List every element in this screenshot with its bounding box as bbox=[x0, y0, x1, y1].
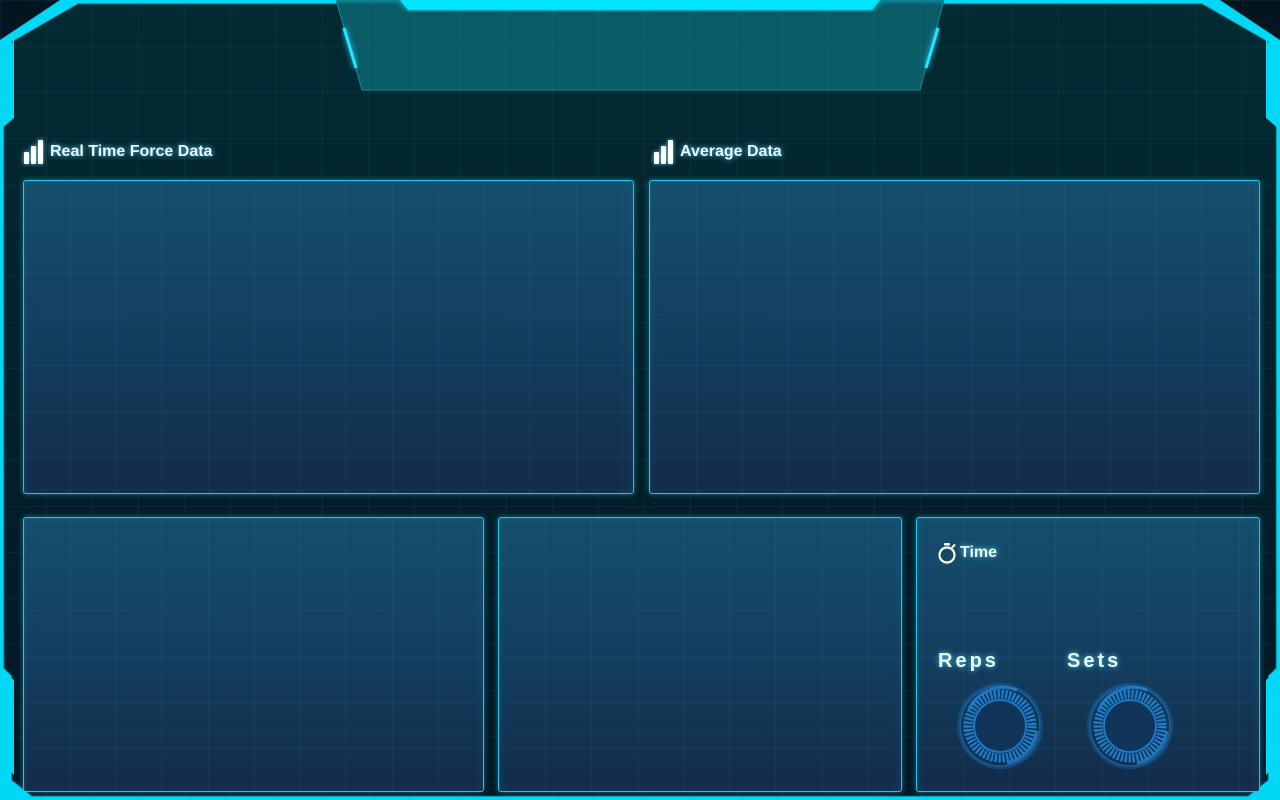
time-header: Time bbox=[937, 542, 997, 564]
average-title: Average Data bbox=[680, 143, 782, 160]
time-reps-sets-panel: Time Reps Sets bbox=[916, 517, 1260, 792]
sets-ring-dial-icon bbox=[1087, 683, 1173, 769]
reps-label: Reps bbox=[938, 650, 999, 672]
bar-chart-icon bbox=[654, 140, 674, 164]
realtime-section-header: Real Time Force Data bbox=[24, 140, 212, 164]
bar-chart-icon bbox=[24, 140, 44, 164]
sets-label: Sets bbox=[1067, 650, 1122, 672]
realtime-title: Real Time Force Data bbox=[50, 143, 213, 160]
bottom-center-panel bbox=[498, 517, 902, 792]
bottom-left-panel bbox=[23, 517, 484, 792]
average-section-header: Average Data bbox=[654, 140, 782, 164]
stopwatch-icon bbox=[938, 543, 956, 564]
reps-ring-dial-icon bbox=[957, 683, 1043, 769]
realtime-force-chart-panel bbox=[23, 180, 634, 494]
dashboard-screen: Real Time Force Data Average Data Time R… bbox=[0, 0, 1280, 800]
time-label: Time bbox=[960, 544, 998, 561]
average-data-chart-panel bbox=[649, 180, 1260, 494]
